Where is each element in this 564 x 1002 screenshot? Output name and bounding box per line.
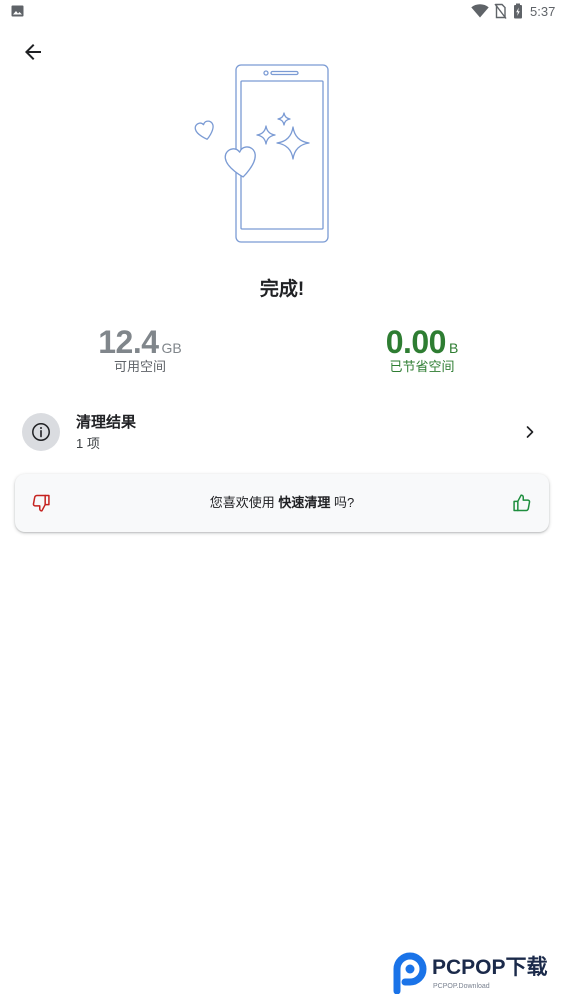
saved-space-label: 已节省空间 xyxy=(389,359,455,374)
battery-icon xyxy=(514,3,522,19)
image-icon xyxy=(11,5,24,17)
feedback-question-prefix: 您喜欢使用 xyxy=(209,495,279,510)
saved-space-unit: B xyxy=(448,340,459,356)
watermark-brand: PCPOP下载 xyxy=(432,956,548,979)
phone-illustration xyxy=(194,64,329,243)
available-space-stat: 12.4 GB 可用空间 xyxy=(40,322,240,376)
small-heart-icon xyxy=(194,120,214,140)
large-heart-icon xyxy=(224,146,256,178)
watermark-tagline: PCPOP.Download xyxy=(433,983,490,990)
cleanup-result-subtitle: 1 项 xyxy=(76,436,100,451)
feedback-question-suffix: 吗? xyxy=(330,495,355,510)
available-space-value-row: 12.4 GB xyxy=(40,322,240,362)
cleanup-result-item[interactable]: 清理结果 1 项 xyxy=(0,404,564,460)
pcpop-logo-icon xyxy=(393,952,427,994)
status-bar: 5:37 xyxy=(0,0,564,24)
phone-camera xyxy=(263,70,269,76)
feedback-card: 您喜欢使用 快速清理 吗? xyxy=(15,474,549,532)
large-sparkle-icon xyxy=(276,126,310,160)
tiny-sparkle-icon xyxy=(277,112,291,126)
like-button[interactable] xyxy=(502,483,542,523)
available-space-label: 可用空间 xyxy=(113,359,166,374)
phone-speaker xyxy=(270,70,299,76)
saved-space-value-row: 0.00 B xyxy=(322,322,522,362)
thumbs-down-icon xyxy=(32,494,50,512)
arrow-left-icon xyxy=(25,44,41,60)
feedback-feature-name: 快速清理 xyxy=(278,495,331,510)
chevron-right-icon xyxy=(526,426,534,438)
cleanup-result-title: 清理结果 xyxy=(76,414,137,431)
no-sim-icon xyxy=(494,3,507,19)
back-button[interactable] xyxy=(14,33,52,71)
saved-space-stat: 0.00 B 已节省空间 xyxy=(322,322,522,376)
available-space-unit: GB xyxy=(161,340,182,356)
page-title: 完成! xyxy=(259,279,305,300)
pcpop-watermark: PCPOP下载 PCPOP.Download xyxy=(388,950,562,996)
info-icon-circle xyxy=(22,413,60,451)
dislike-button[interactable] xyxy=(21,483,61,523)
available-space-value: 12.4 xyxy=(98,324,159,360)
wifi-icon xyxy=(471,4,489,18)
clock: 5:37 xyxy=(530,4,556,19)
thumbs-up-icon xyxy=(513,494,531,512)
info-icon xyxy=(32,423,50,441)
feedback-question: 您喜欢使用 快速清理 吗? xyxy=(65,474,499,532)
small-sparkle-icon xyxy=(256,125,276,145)
saved-space-value: 0.00 xyxy=(385,324,447,360)
